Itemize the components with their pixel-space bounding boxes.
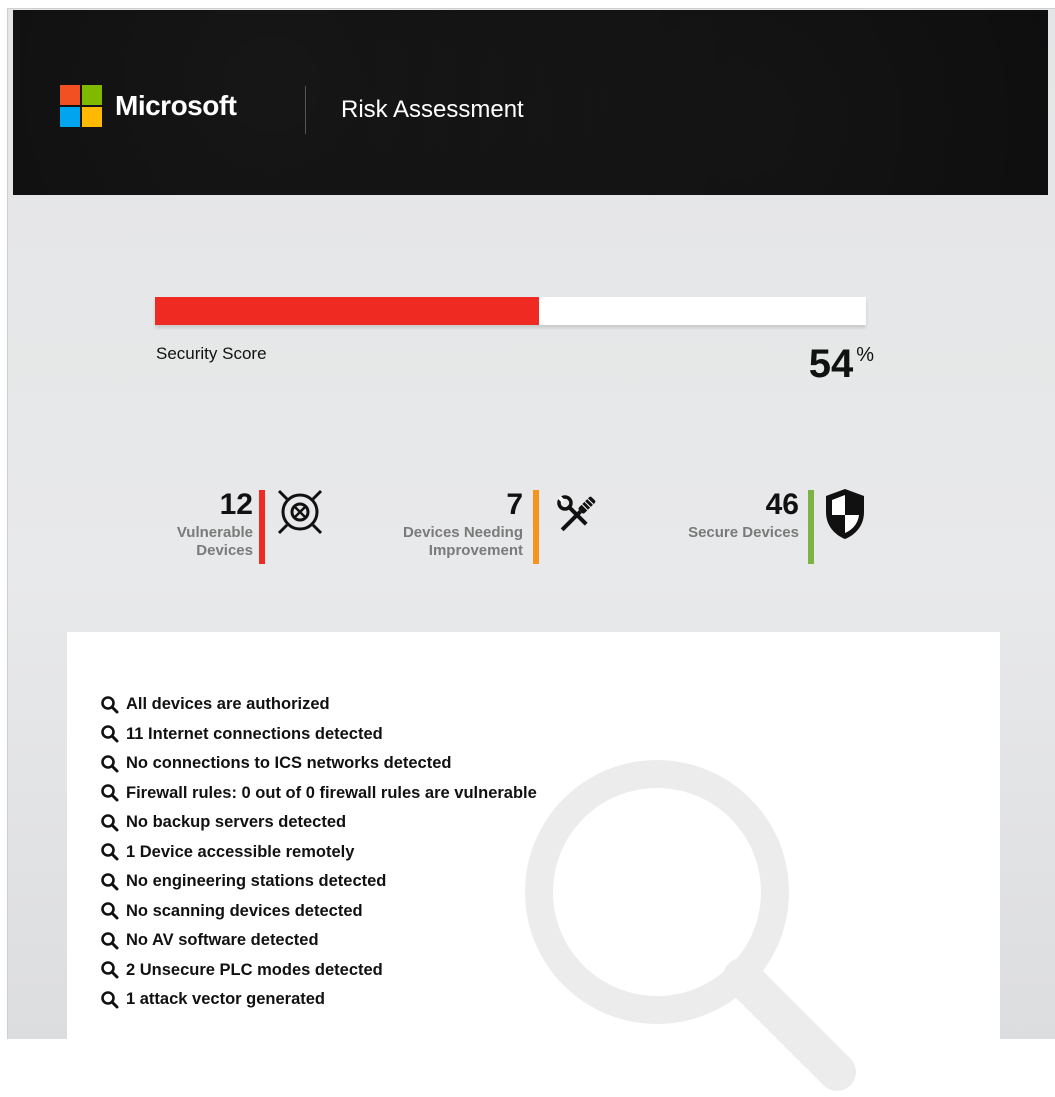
stat-indicator-orange xyxy=(533,490,539,564)
magnifier-icon xyxy=(100,931,126,951)
finding-item: 11 Internet connections detected xyxy=(100,720,537,750)
magnifier-icon xyxy=(100,901,126,921)
finding-item: 2 Unsecure PLC modes detected xyxy=(100,956,537,986)
brand-name: Microsoft xyxy=(115,90,237,121)
security-score-number: 54 xyxy=(808,342,854,386)
report-header: Microsoft Risk Assessment xyxy=(13,10,1048,195)
header-divider xyxy=(305,86,306,134)
shield-icon xyxy=(822,486,868,547)
finding-text: No backup servers detected xyxy=(126,813,347,832)
stat-devices-needing-improvement: 7 Devices Needing Improvement xyxy=(380,488,523,568)
finding-item: No AV software detected xyxy=(100,926,537,956)
magnifier-icon xyxy=(100,813,126,833)
finding-item: 1 attack vector generated xyxy=(100,985,537,1015)
finding-item: No scanning devices detected xyxy=(100,897,537,927)
magnifier-icon xyxy=(100,872,126,892)
finding-item: No backup servers detected xyxy=(100,808,537,838)
security-score-unit: % xyxy=(856,344,874,366)
finding-text: No engineering stations detected xyxy=(126,872,387,891)
finding-text: 11 Internet connections detected xyxy=(126,724,383,743)
page-title: Risk Assessment xyxy=(341,96,524,123)
magnifier-icon xyxy=(100,990,126,1010)
finding-item: No connections to ICS networks detected xyxy=(100,749,537,779)
magnifier-icon xyxy=(100,695,126,715)
stat-label-line1: Devices Needing xyxy=(402,524,523,541)
target-cross-icon xyxy=(274,486,326,543)
magnifier-icon xyxy=(100,960,126,980)
microsoft-logo-icon xyxy=(60,85,102,127)
stat-count: 46 xyxy=(765,488,799,521)
finding-text: 1 Device accessible remotely xyxy=(126,842,355,861)
stat-label-line2: Devices xyxy=(196,542,253,559)
stat-count: 12 xyxy=(219,488,253,521)
stat-label-line1: Secure Devices xyxy=(688,524,799,541)
finding-text: All devices are authorized xyxy=(126,695,330,714)
security-score-value: 54% xyxy=(809,342,874,387)
finding-text: No connections to ICS networks detected xyxy=(126,754,452,773)
security-score-label: Security Score xyxy=(156,344,267,363)
stat-count: 7 xyxy=(506,488,523,521)
stat-label-line1: Vulnerable xyxy=(176,524,253,541)
finding-text: Firewall rules: 0 out of 0 firewall rule… xyxy=(126,783,537,802)
finding-text: 1 attack vector generated xyxy=(126,990,326,1009)
magnifier-icon xyxy=(100,842,126,862)
magnifier-icon xyxy=(100,783,126,803)
stat-indicator-red xyxy=(259,490,265,564)
magnifier-icon xyxy=(100,724,126,744)
magnifier-watermark-icon xyxy=(507,692,1007,1097)
stat-indicator-green xyxy=(808,490,814,564)
finding-item: 1 Device accessible remotely xyxy=(100,838,537,868)
finding-item: All devices are authorized xyxy=(100,690,537,720)
magnifier-icon xyxy=(100,754,126,774)
finding-item: Firewall rules: 0 out of 0 firewall rule… xyxy=(100,779,537,809)
finding-item: No engineering stations detected xyxy=(100,867,537,897)
finding-text: No scanning devices detected xyxy=(126,901,363,920)
stat-vulnerable-devices: 12 Vulnerable Devices xyxy=(150,488,253,568)
stat-label-line2: Improvement xyxy=(428,542,523,559)
tools-icon xyxy=(549,488,605,547)
stat-secure-devices: 46 Secure Devices xyxy=(665,488,799,568)
findings-list: All devices are authorized 11 Internet co… xyxy=(100,690,537,1015)
finding-text: 2 Unsecure PLC modes detected xyxy=(126,960,383,979)
findings-panel: All devices are authorized 11 Internet co… xyxy=(67,632,1000,1091)
security-score-fill xyxy=(155,297,539,325)
security-score-bar xyxy=(155,297,866,325)
finding-text: No AV software detected xyxy=(126,931,319,950)
